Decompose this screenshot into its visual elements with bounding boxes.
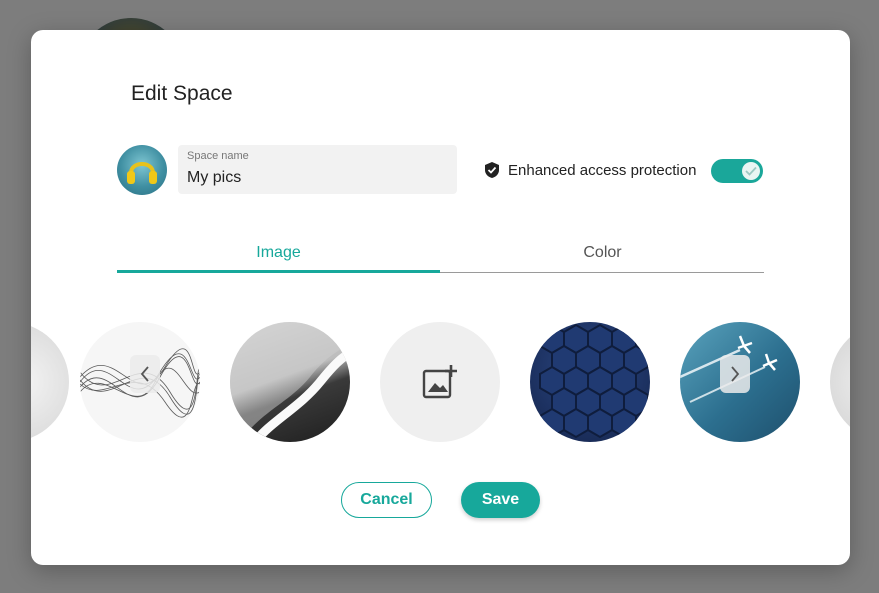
space-name-field[interactable]: Space name (178, 145, 457, 194)
tab-active-indicator (117, 270, 440, 273)
headphones-icon (127, 162, 157, 184)
access-protection-row: Enhanced access protection (484, 161, 696, 179)
shield-check-icon (485, 162, 499, 178)
dialog-title: Edit Space (131, 82, 233, 105)
save-button[interactable]: Save (461, 482, 540, 518)
hexagon-pattern-image[interactable] (530, 322, 650, 442)
space-avatar[interactable] (117, 145, 167, 195)
access-protection-toggle[interactable] (711, 159, 763, 183)
access-protection-label: Enhanced access protection (508, 161, 697, 179)
space-name-label: Space name (187, 150, 249, 162)
tab-bar: Image Color (117, 238, 764, 274)
carousel-prev-button[interactable] (130, 355, 160, 393)
chevron-right-icon (731, 366, 740, 382)
edit-space-dialog: Edit Space Space name Enhanced access pr… (31, 30, 850, 565)
tab-color[interactable]: Color (441, 238, 764, 274)
add-photo-icon (422, 365, 457, 399)
partial-light-image-2[interactable] (830, 322, 850, 442)
cancel-button[interactable]: Cancel (341, 482, 432, 518)
partial-light-image[interactable] (31, 322, 69, 442)
space-name-input[interactable] (187, 169, 442, 187)
chevron-left-icon (140, 366, 149, 382)
check-icon (745, 166, 757, 176)
tab-image[interactable]: Image (117, 238, 440, 274)
carousel-next-button[interactable] (720, 355, 750, 393)
image-carousel (31, 322, 850, 442)
beach-wave-image[interactable] (230, 322, 350, 442)
add-image-button[interactable] (380, 322, 500, 442)
toggle-knob (742, 162, 760, 180)
